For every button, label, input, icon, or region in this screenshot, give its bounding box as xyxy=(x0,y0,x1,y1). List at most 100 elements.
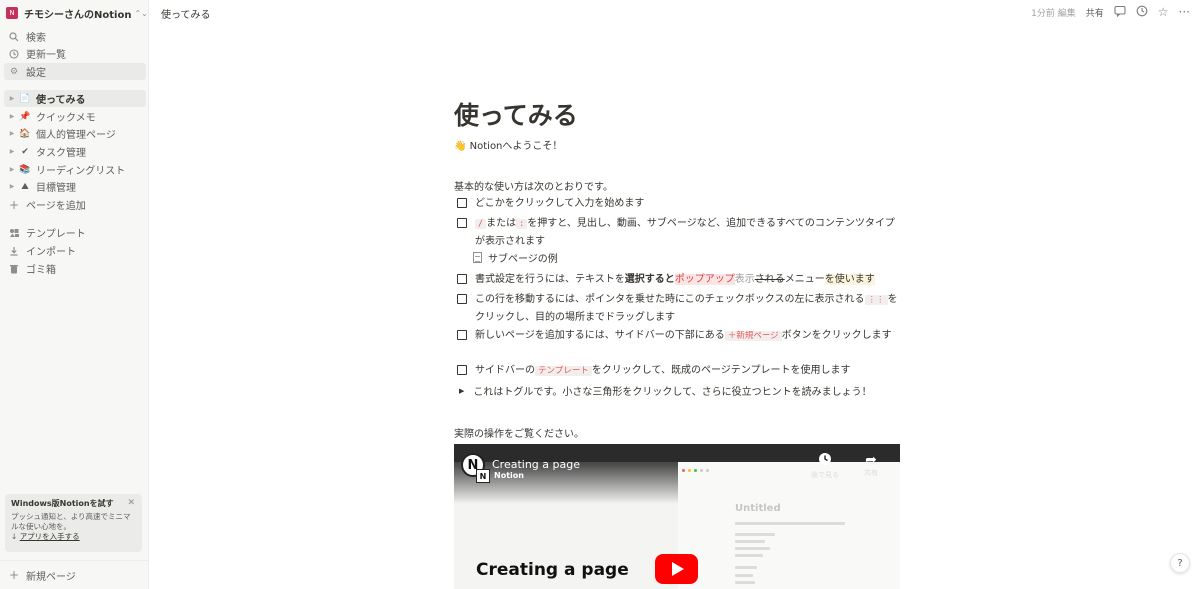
gear-icon: ⚙ xyxy=(9,66,19,77)
toggle-triangle-icon[interactable]: ▶ xyxy=(459,387,464,395)
pushpin-icon: 📌 xyxy=(19,111,31,122)
screen-untitled-text: Untitled xyxy=(735,503,781,514)
toggle-arrow-icon[interactable]: ▶ xyxy=(8,148,16,155)
screen-text-line xyxy=(735,566,757,569)
toggle-arrow-icon[interactable]: ▶ xyxy=(8,130,16,137)
promo-link-row: ↓ アプリを入手する xyxy=(11,532,136,542)
help-button[interactable]: ? xyxy=(1170,553,1190,573)
todo-text-part: メニュー xyxy=(784,274,825,285)
trash-icon xyxy=(8,264,20,274)
subpage-link[interactable]: サブページの例 xyxy=(473,250,558,265)
video-title[interactable]: Creating a page xyxy=(492,458,580,471)
page-icon: 📄 xyxy=(19,93,31,104)
todo-text-part: 新しいページを追加するには、サイドバーの下部にある xyxy=(475,330,725,341)
clock-icon[interactable] xyxy=(1136,5,1148,19)
toggle-arrow-icon[interactable]: ▶ xyxy=(8,183,16,190)
sidebar-item-label: タスク管理 xyxy=(36,148,86,159)
sidebar-item-label: 設定 xyxy=(26,68,46,79)
screen-text-line xyxy=(735,540,765,543)
todo-item: 書式設定を行うには、テキストを選択するとポップアップ表示されるメニューを使います xyxy=(454,271,900,288)
todo-checkbox[interactable] xyxy=(457,365,467,375)
sidebar-item-label: 使ってみる xyxy=(36,95,86,106)
todo-text-part: または xyxy=(486,218,517,229)
subpage-title: サブページの例 xyxy=(488,254,558,265)
sidebar-item-search[interactable]: 検索 xyxy=(4,28,146,45)
todo-checkbox[interactable] xyxy=(457,330,467,340)
todo-checkbox[interactable] xyxy=(457,198,467,208)
sidebar-item-label: 目標管理 xyxy=(36,183,76,194)
more-icon[interactable]: ··· xyxy=(1179,6,1190,18)
house-icon: 🏠 xyxy=(19,128,31,139)
screen-text-line xyxy=(735,554,763,557)
todo-checkbox[interactable] xyxy=(457,294,467,304)
todo-text-part: を押すと、見出し、動画、サブページなど、追加できるすべてのコンテンツタイプが表示… xyxy=(475,218,895,247)
screen-text-line xyxy=(735,574,753,577)
workspace-name: チモシーさんのNotion xyxy=(24,9,132,21)
sidebar-item-trash[interactable]: ゴミ箱 xyxy=(4,260,146,277)
sidebar-page-personal[interactable]: ▶ 🏠 個人的管理ページ xyxy=(4,125,146,142)
video-embed[interactable]: Untitled N N Creating a page Notion 後で見る… xyxy=(454,444,900,589)
video-channel[interactable]: Notion xyxy=(494,471,524,480)
toggle-text: これはトグルです。小さな三角形をクリックして、さらに役立つヒントを読みましょう！ xyxy=(473,387,872,398)
toggle-arrow-icon[interactable]: ▶ xyxy=(8,113,16,120)
new-page-button[interactable]: + 新規ページ xyxy=(4,567,146,583)
close-icon[interactable]: ✕ xyxy=(127,498,135,508)
sidebar-item-label: ゴミ箱 xyxy=(26,265,56,276)
page-title[interactable]: 使ってみる xyxy=(454,96,578,132)
sidebar-item-settings[interactable]: ⚙ 設定 xyxy=(4,63,146,80)
new-page-label: 新規ページ xyxy=(26,571,76,583)
toggle-block[interactable]: ▶ これはトグルです。小さな三角形をクリックして、さらに役立つヒントを読みましょ… xyxy=(454,383,872,399)
todo-text-part: 書式設定を行うには、テキストを xyxy=(475,274,625,285)
checkmark-icon: ✔ xyxy=(21,146,29,157)
sidebar-page-reading-list[interactable]: ▶ 📚 リーディングリスト xyxy=(4,161,146,178)
todo-text-part: ボタンをクリックします xyxy=(781,330,892,341)
todo-text[interactable]: この行を移動するには、ポインタを乗せた時にこのチェックボックスの左に表示される ⋮… xyxy=(475,291,900,326)
todo-item: / または: を押すと、見出し、動画、サブページなど、追加できるすべてのコンテンツタ… xyxy=(454,215,900,250)
toggle-arrow-icon[interactable]: ▶ xyxy=(8,166,16,173)
share-button[interactable]: 共有 xyxy=(1086,6,1104,19)
download-arrow-icon: ↓ xyxy=(11,532,18,541)
bold-text: 選択すると xyxy=(624,274,675,285)
sidebar-item-label: 個人的管理ページ xyxy=(36,130,116,141)
sidebar-page-tsukattemiru[interactable]: ▶ 📄 使ってみる xyxy=(4,90,146,107)
toggle-arrow-icon[interactable]: ▶ xyxy=(8,95,16,102)
screen-text-line xyxy=(735,581,755,584)
video-thumb-screen xyxy=(678,462,900,589)
sidebar-page-quick-memo[interactable]: ▶ 📌 クイックメモ xyxy=(4,108,146,125)
get-app-link[interactable]: アプリを入手する xyxy=(20,532,80,541)
sidebar-divider xyxy=(0,560,149,561)
sidebar: N チモシーさんのNotion ⌃⌄ 検索 更新一覧 ⚙ 設定 ▶ 📄 使ってみ… xyxy=(0,0,149,589)
comment-icon[interactable] xyxy=(1114,5,1126,19)
welcome-line[interactable]: 👋 Notionへようこそ！ xyxy=(454,137,562,152)
plus-icon: + xyxy=(8,197,20,212)
todo-text[interactable]: 新しいページを追加するには、サイドバーの下部にある ＋新規ページ ボタンをクリックし… xyxy=(475,327,900,345)
welcome-text: Notionへようこそ！ xyxy=(469,141,563,152)
search-icon xyxy=(8,31,20,42)
youtube-play-button[interactable] xyxy=(655,554,698,584)
screen-text-line xyxy=(735,547,770,550)
video-caption[interactable]: 実際の操作をご覧ください。 xyxy=(454,425,584,440)
todo-text[interactable]: サイドバーの テンプレート をクリックして、既成のページテンプレートを使用します xyxy=(475,362,900,380)
add-page-button[interactable]: + ページを追加 xyxy=(4,196,146,213)
todo-text[interactable]: 書式設定を行うには、テキストを選択するとポップアップ表示されるメニューを使います xyxy=(475,271,900,288)
watch-later-button[interactable]: 後で見る xyxy=(805,452,845,480)
inline-code: : xyxy=(516,219,528,229)
todo-checkbox[interactable] xyxy=(457,274,467,284)
sidebar-item-label: リーディングリスト xyxy=(36,166,126,177)
share-video-label: 共有 xyxy=(864,469,878,477)
sidebar-item-templates[interactable]: テンプレート xyxy=(4,224,146,241)
sidebar-item-updates[interactable]: 更新一覧 xyxy=(4,45,146,62)
sidebar-item-import[interactable]: インポート xyxy=(4,242,146,259)
breadcrumb[interactable]: 使ってみる xyxy=(161,6,211,21)
share-video-button[interactable]: ➦ 共有 xyxy=(851,452,891,478)
todo-text-part: この行を移動するには、ポインタを乗せた時にこのチェックボックスの左に表示される xyxy=(475,294,865,305)
intro-text[interactable]: 基本的な使い方は次のとおりです。 xyxy=(454,178,613,193)
template-icon xyxy=(8,228,20,238)
todo-checkbox[interactable] xyxy=(457,218,467,228)
sidebar-page-goals[interactable]: ▶ ⛰ 目標管理 xyxy=(4,178,146,195)
todo-text[interactable]: / または: を押すと、見出し、動画、サブページなど、追加できるすべてのコンテンツタ… xyxy=(475,215,900,250)
star-icon[interactable]: ☆ xyxy=(1158,6,1169,18)
workspace-switcher[interactable]: N チモシーさんのNotion ⌃⌄ xyxy=(6,5,148,21)
sidebar-page-tasks[interactable]: ▶ ✔ タスク管理 xyxy=(4,143,146,160)
todo-text[interactable]: どこかをクリックして入力を始めます xyxy=(475,195,900,212)
